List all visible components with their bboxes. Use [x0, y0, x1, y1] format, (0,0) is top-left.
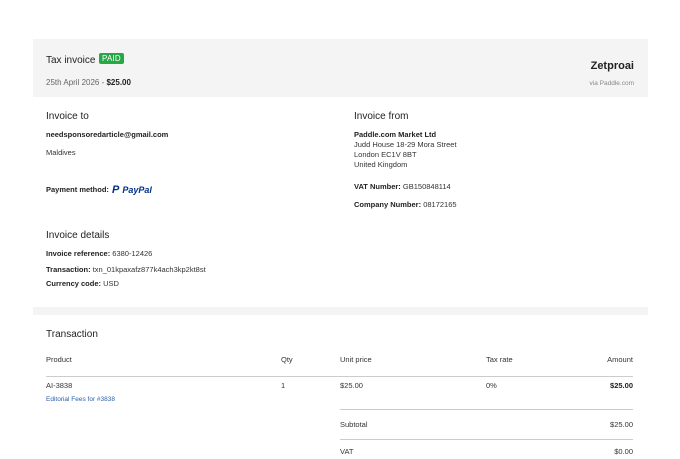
payment-method-label: Payment method: — [46, 185, 109, 194]
payment-method-value: PayPal — [122, 185, 152, 195]
invoice-total: $25.00 — [106, 78, 131, 87]
paid-status-badge: PAID — [99, 53, 124, 64]
customer-country: Maldives — [46, 148, 76, 157]
seller-company: Paddle.com Market Ltd — [354, 130, 437, 139]
subtotal-value: $25.00 — [610, 420, 633, 429]
currency-code: Currency code: USD — [46, 279, 119, 288]
row-unit-price: $25.00 — [340, 381, 363, 390]
invoice-reference: Invoice reference: 6380-12426 — [46, 249, 153, 258]
seller-address-line2: London EC1V 8BT — [354, 150, 417, 159]
invoice-to-title: Invoice to — [46, 111, 89, 122]
transaction-id: Transaction: txn_01kpaxafz877k4ach3kp2kt… — [46, 265, 206, 274]
row-product-description[interactable]: Editorial Fees for #3838 — [46, 396, 115, 403]
column-header-product: Product — [46, 355, 72, 364]
invoice-date-amount: 25th April 2026 - $25.00 — [46, 78, 131, 87]
column-header-unit-price: Unit price — [340, 355, 372, 364]
paypal-icon: P PayPal — [112, 184, 152, 196]
row-product-code: AI-3838 — [46, 381, 73, 390]
invoice-header: Tax invoice PAID 25th April 2026 - $25.0… — [33, 39, 648, 97]
row-amount: $25.00 — [610, 381, 633, 390]
invoice-date: 25th April 2026 — [46, 78, 100, 87]
subtotal-label: Subtotal — [340, 420, 368, 429]
seller-address-line1: Judd House 18-29 Mora Street — [354, 140, 457, 149]
transaction-title: Transaction — [46, 329, 98, 340]
table-header-divider — [46, 376, 633, 377]
row-tax-rate: 0% — [486, 381, 497, 390]
vat-divider — [340, 439, 633, 440]
column-header-qty: Qty — [281, 355, 293, 364]
invoice-title: Tax invoice — [46, 55, 96, 66]
customer-email: needsponsoredarticle@gmail.com — [46, 130, 169, 139]
invoice-details-title: Invoice details — [46, 230, 110, 241]
column-header-tax-rate: Tax rate — [486, 355, 513, 364]
vat-value: $0.00 — [614, 447, 633, 456]
invoice-from-title: Invoice from — [354, 111, 409, 122]
vat-label: VAT — [340, 447, 354, 456]
row-qty: 1 — [281, 381, 286, 390]
vat-number: VAT Number: GB150848114 — [354, 182, 451, 191]
column-header-amount: Amount — [607, 355, 633, 364]
company-number: Company Number: 08172165 — [354, 200, 457, 209]
seller-address-line3: United Kingdom — [354, 160, 408, 169]
via-paddle: via Paddle.com — [589, 80, 634, 87]
seller-name: Zetproai — [590, 60, 634, 72]
subtotal-divider — [340, 409, 633, 410]
section-divider — [33, 307, 648, 315]
